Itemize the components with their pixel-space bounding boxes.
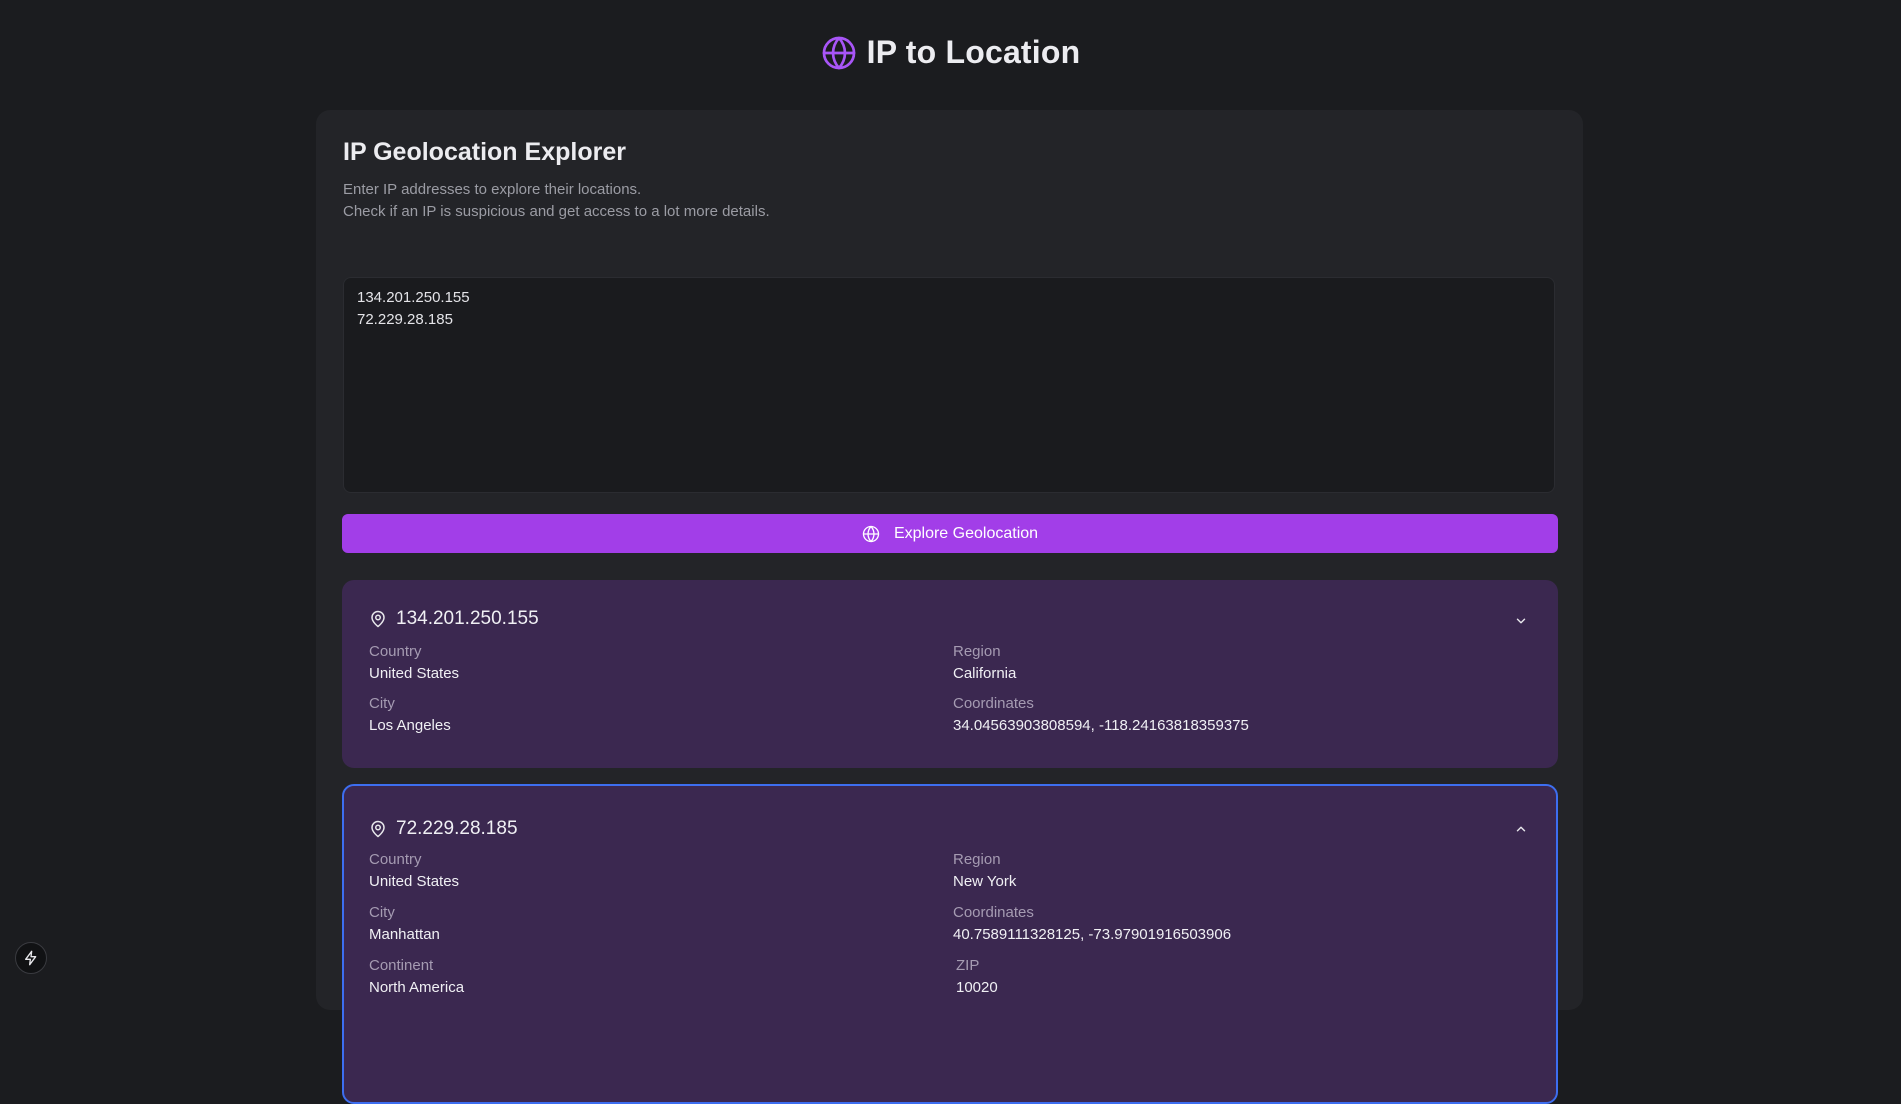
quick-action-button[interactable] [15, 942, 47, 974]
lightning-bolt-icon [23, 950, 39, 966]
explore-geolocation-button[interactable]: Explore Geolocation [342, 514, 1558, 553]
result-card-header[interactable]: 134.201.250.155 [369, 608, 539, 630]
map-pin-icon [369, 610, 387, 628]
coordinates-field: Coordinates 40.7589111328125, -73.979019… [953, 903, 1231, 945]
region-field: Region California [953, 642, 1016, 684]
result-ip: 72.229.28.185 [396, 818, 518, 839]
description-line: Check if an IP is suspicious and get acc… [343, 203, 770, 220]
zip-value: 10020 [956, 979, 998, 996]
country-value: United States [369, 873, 460, 890]
continent-label: Continent [369, 957, 434, 974]
description-line: Enter IP addresses to explore their loca… [343, 181, 642, 198]
coordinates-value: 34.04563903808594, -118.24163818359375 [953, 717, 1249, 734]
country-field: Country United States [369, 850, 459, 892]
panel-title: IP Geolocation Explorer [343, 138, 626, 166]
coordinates-value: 40.7589111328125, -73.97901916503906 [953, 926, 1232, 943]
app-header: IP to Location [0, 34, 1901, 71]
globe-icon [862, 525, 880, 543]
app-title: IP to Location [866, 34, 1081, 70]
city-value: Los Angeles [369, 717, 451, 734]
region-value: California [953, 665, 1017, 682]
country-value: United States [369, 665, 460, 682]
region-field: Region New York [953, 850, 1016, 892]
country-field: Country United States [369, 642, 459, 684]
globe-icon [821, 35, 857, 71]
city-label: City [369, 904, 395, 921]
country-label: Country [369, 851, 422, 868]
ip-address-input[interactable] [343, 277, 1555, 493]
result-card[interactable]: 72.229.28.185 Country United States Regi… [342, 784, 1558, 1104]
result-card-header[interactable]: 72.229.28.185 [369, 818, 518, 840]
result-ip: 134.201.250.155 [396, 608, 539, 629]
region-value: New York [953, 873, 1017, 890]
region-label: Region [953, 643, 1001, 660]
result-card[interactable]: 134.201.250.155 Country United States Re… [342, 580, 1558, 768]
coordinates-field: Coordinates 34.04563903808594, -118.2416… [953, 694, 1249, 736]
city-field: City Manhattan [369, 903, 440, 945]
explore-button-label: Explore Geolocation [893, 524, 1039, 542]
city-field: City Los Angeles [369, 694, 451, 736]
panel-description: Enter IP addresses to explore their loca… [343, 179, 770, 223]
region-label: Region [953, 851, 1001, 868]
chevron-down-icon[interactable] [1514, 614, 1528, 628]
map-pin-icon [369, 820, 387, 838]
city-label: City [369, 695, 395, 712]
city-value: Manhattan [369, 926, 440, 943]
explorer-panel: IP Geolocation Explorer Enter IP address… [316, 110, 1583, 1104]
coordinates-label: Coordinates [953, 904, 1034, 921]
zip-label: ZIP [956, 957, 980, 974]
coordinates-label: Coordinates [953, 695, 1034, 712]
chevron-up-icon[interactable] [1514, 822, 1528, 836]
continent-value: North America [369, 979, 465, 996]
country-label: Country [369, 643, 422, 660]
